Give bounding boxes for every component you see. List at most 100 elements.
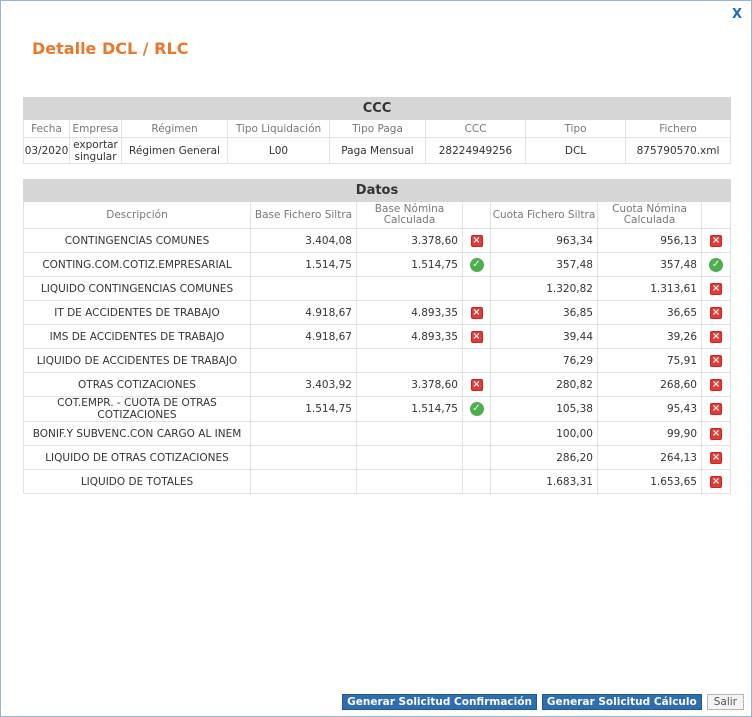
close-icon: × [710, 282, 723, 295]
tipo-liquidacion-cell: L00 [227, 137, 330, 164]
cuota-fichero-cell: 1.683,31 [490, 469, 598, 494]
close-icon: × [470, 330, 483, 343]
base-status-cell [462, 469, 491, 494]
generar-confirmacion-button[interactable]: Generar Solicitud Confirmación [342, 694, 537, 710]
descripcion-cell: OTRAS COTIZACIONES [23, 372, 251, 397]
check-circle-icon: ✓ [709, 257, 724, 272]
cuota-nomina-cell: 75,91 [597, 348, 702, 373]
descripcion-cell: LIQUIDO DE TOTALES [23, 469, 251, 494]
base-nomina-cell [356, 445, 463, 470]
base-fichero-cell: 1.514,75 [250, 252, 357, 277]
cuota-status-cell: × [700, 324, 732, 349]
descripcion-cell: IT DE ACCIDENTES DE TRABAJO [23, 300, 251, 325]
base-fichero-cell: 3.403,92 [250, 372, 357, 397]
ccc-table: CCC Fecha Empresa Régimen Tipo Liquidaci… [23, 97, 731, 164]
base-nomina-cell: 3.378,60 [356, 228, 463, 253]
table-row: LIQUIDO CONTINGENCIAS COMUNES 1.320,82 1.3… [23, 276, 732, 301]
column-header: Empresa [69, 119, 122, 138]
datos-section-header: Datos [22, 179, 732, 202]
base-fichero-cell: 3.404,08 [250, 228, 357, 253]
cuota-status-cell: × [700, 276, 732, 301]
base-status-cell: ✓ [462, 396, 491, 422]
base-status-cell [462, 348, 491, 373]
base-status-cell: ✓ [462, 252, 491, 277]
close-icon: × [710, 451, 723, 464]
base-nomina-cell: 1.514,75 [356, 396, 463, 422]
fecha-cell: 03/2020 [23, 137, 70, 164]
cuota-nomina-cell: 36,65 [597, 300, 702, 325]
table-row: OTRAS COTIZACIONES 3.403,92 3.378,60 × 280,8… [23, 372, 732, 397]
cuota-status-cell: × [700, 445, 732, 470]
column-header: Régimen [121, 119, 228, 138]
regimen-cell: Régimen General [121, 137, 228, 164]
cuota-nomina-cell: 1.653,65 [597, 469, 702, 494]
generar-calculo-button[interactable]: Generar Solicitud Cálculo [541, 694, 702, 710]
descripcion-cell: COT.EMPR. - CUOTA DE OTRAS COTIZACIONES [23, 396, 251, 422]
close-icon: × [710, 354, 723, 367]
tipo-paga-cell: Paga Mensual [329, 137, 426, 164]
footer-actions: Generar Solicitud Confirmación Generar S… [342, 694, 744, 710]
cuota-status-cell: ✓ [700, 252, 732, 277]
cuota-fichero-cell: 39,44 [490, 324, 598, 349]
descripcion-cell: CONTINGENCIAS COMUNES [23, 228, 251, 253]
close-button[interactable]: X [732, 7, 742, 22]
base-nomina-cell [356, 276, 463, 301]
descripcion-cell: IMS DE ACCIDENTES DE TRABAJO [23, 324, 251, 349]
close-icon: × [470, 378, 483, 391]
close-icon: × [710, 330, 723, 343]
close-icon: × [710, 427, 723, 440]
salir-button[interactable]: Salir [706, 694, 744, 710]
column-header-cuota-nomina: Cuota Nómina Calculada [597, 201, 702, 229]
cuota-fichero-cell: 1.320,82 [490, 276, 598, 301]
cuota-nomina-cell: 956,13 [597, 228, 702, 253]
base-fichero-cell [250, 445, 357, 470]
base-status-cell: × [462, 372, 491, 397]
close-icon: × [470, 234, 483, 247]
close-icon: × [470, 306, 483, 319]
cuota-nomina-cell: 95,43 [597, 396, 702, 422]
cuota-fichero-cell: 963,34 [490, 228, 598, 253]
base-status-cell [462, 421, 491, 446]
column-header: Fecha [23, 119, 70, 138]
cuota-nomina-cell: 1.313,61 [597, 276, 702, 301]
table-row: BONIF.Y SUBVENC.CON CARGO AL INEM 100,00 9… [23, 421, 732, 446]
empresa-cell: exportar singular [69, 137, 122, 164]
base-nomina-cell: 4.893,35 [356, 324, 463, 349]
base-status-cell: × [462, 324, 491, 349]
close-icon: × [710, 403, 723, 415]
detalle-dialog: X Detalle DCL / RLC CCC Fecha Empresa Ré… [0, 0, 752, 717]
cuota-fichero-cell: 357,48 [490, 252, 598, 277]
ccc-section-header: CCC [23, 97, 731, 120]
table-row: CONTINGENCIAS COMUNES 3.404,08 3.378,60 × 96… [23, 228, 732, 253]
cuota-status-cell: × [700, 228, 732, 253]
cuota-nomina-cell: 357,48 [597, 252, 702, 277]
column-header-descripcion: Descripción [23, 201, 251, 229]
ccc-cell: 28224949256 [425, 137, 526, 164]
column-header-base-nomina: Base Nómina Calculada [356, 201, 463, 229]
base-nomina-cell: 1.514,75 [356, 252, 463, 277]
cuota-fichero-cell: 100,00 [490, 421, 598, 446]
column-header: Tipo Paga [329, 119, 426, 138]
column-header-cuota-fichero: Cuota Fichero Siltra [490, 201, 598, 229]
base-nomina-cell [356, 469, 463, 494]
check-circle-icon: ✓ [469, 257, 484, 272]
datos-body: CONTINGENCIAS COMUNES 3.404,08 3.378,60 × 96… [23, 228, 732, 494]
cuota-fichero-cell: 280,82 [490, 372, 598, 397]
base-status-cell [462, 445, 491, 470]
table-row: LIQUIDO DE OTRAS COTIZACIONES 286,20 264,1… [23, 445, 732, 470]
fichero-cell: 875790570.xml [625, 137, 731, 164]
base-status-cell [462, 276, 491, 301]
base-status-cell: × [462, 228, 491, 253]
close-icon: × [710, 475, 723, 488]
cuota-status-cell: × [700, 348, 732, 373]
descripcion-cell: LIQUIDO DE ACCIDENTES DE TRABAJO [23, 348, 251, 373]
cuota-fichero-cell: 105,38 [490, 396, 598, 422]
datos-table: Datos Descripción Base Fichero Siltra Ba… [22, 179, 732, 494]
table-row: IT DE ACCIDENTES DE TRABAJO 4.918,67 4.893… [23, 300, 732, 325]
base-fichero-cell [250, 469, 357, 494]
cuota-fichero-cell: 76,29 [490, 348, 598, 373]
descripcion-cell: LIQUIDO CONTINGENCIAS COMUNES [23, 276, 251, 301]
base-nomina-cell: 3.378,60 [356, 372, 463, 397]
cuota-status-cell: × [700, 469, 732, 494]
table-row: CONTING.COM.COTIZ.EMPRESARIAL 1.514,75 1.5… [23, 252, 732, 277]
